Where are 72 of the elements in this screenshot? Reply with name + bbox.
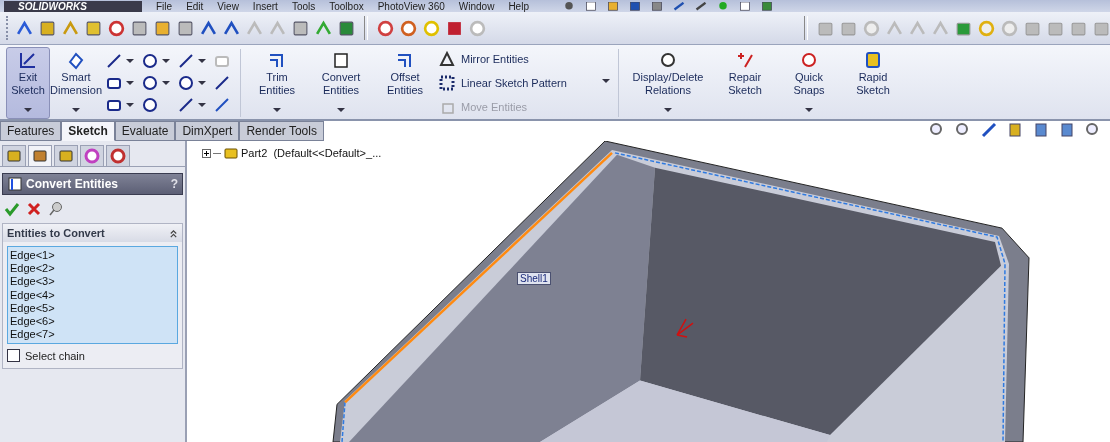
section-title: Entities to Convert [7, 227, 105, 239]
tree-item[interactable]: Part2 (Default<<Default>_... [241, 147, 382, 159]
caret-icon[interactable] [805, 108, 813, 112]
grid-dots-icon [439, 75, 455, 91]
ribbon-button[interactable]: Offset Entities [375, 47, 435, 119]
checkbox-icon[interactable] [177, 19, 194, 37]
menu-item[interactable]: Insert [252, 0, 278, 12]
ribbon-menu-item[interactable]: Linear Sketch Pattern [461, 77, 567, 89]
caret-icon[interactable] [126, 59, 134, 63]
list-item[interactable]: Edge<6> [10, 315, 175, 329]
menu-item[interactable]: Toolbox [329, 0, 364, 12]
app-logo: SOLIDWORKS [4, 0, 142, 12]
cancel-x-icon[interactable] [26, 201, 42, 217]
ribbon-tab[interactable]: Evaluate [114, 121, 176, 141]
panel-tab[interactable] [106, 145, 130, 166]
menu-item[interactable]: Help [508, 0, 529, 12]
coordinate-triad-icon [676, 318, 694, 338]
caret-icon[interactable] [126, 81, 134, 85]
expand-plus-icon[interactable] [202, 148, 211, 158]
ribbon-menu-item[interactable]: Mirror Entities [461, 53, 529, 65]
caret-icon[interactable] [664, 108, 672, 112]
list-item[interactable]: Edge<2> [10, 262, 175, 276]
ribbon-tab[interactable]: Render Tools [239, 121, 324, 141]
selection-list[interactable]: Edge<1> Edge<2> Edge<3> Edge<4> Edge<5> Edge<6> Edge<7> [7, 246, 178, 345]
caret-icon[interactable] [198, 81, 206, 85]
ribbon-tab[interactable]: Features [0, 121, 62, 141]
caret-icon[interactable] [602, 79, 610, 83]
collapse-chevron-icon[interactable] [169, 228, 178, 238]
caret-icon[interactable] [72, 108, 80, 112]
ribbon-button[interactable]: Convert Entities [311, 47, 371, 119]
list-item[interactable]: Edge<7> [10, 328, 175, 342]
menu-item[interactable]: Edit [186, 0, 204, 12]
menu-item[interactable]: File [156, 0, 173, 12]
ribbon-button[interactable]: Rapid Sketch [843, 47, 903, 119]
rectangle-icon[interactable] [106, 75, 122, 91]
panel-title: Convert Entities [26, 177, 119, 191]
feature-label: Shell1 [517, 272, 551, 285]
ribbon-tab[interactable]: DimXpert [175, 121, 240, 141]
caret-icon[interactable] [126, 103, 134, 107]
caret-icon[interactable] [24, 108, 32, 112]
checkbox-label[interactable]: Select chain [25, 349, 85, 362]
ribbon-button[interactable]: Repair Sketch [715, 47, 775, 119]
menu-item[interactable]: PhotoView 360 [377, 0, 445, 12]
panel-tab[interactable] [28, 145, 52, 166]
ribbon-button[interactable]: Trim Entities [247, 47, 307, 119]
menu-item[interactable]: Tools [291, 0, 316, 12]
panel-tab[interactable] [2, 145, 26, 166]
circle-icon[interactable] [142, 53, 158, 69]
list-item[interactable]: Edge<1> [10, 249, 175, 263]
ribbon-tab[interactable]: Sketch [61, 121, 115, 141]
ribbon-button[interactable]: Exit Sketch [6, 47, 50, 119]
checkbox[interactable] [7, 349, 20, 363]
ribbon-button[interactable]: Quick Snaps [779, 47, 839, 119]
ok-check-icon[interactable] [4, 201, 20, 217]
menu-item[interactable]: View [217, 0, 239, 12]
caret-icon[interactable] [198, 59, 206, 63]
ribbon-button[interactable]: Display/Delete Relations [625, 47, 711, 119]
caret-icon[interactable] [162, 81, 170, 85]
caret-icon[interactable] [273, 108, 281, 112]
list-item[interactable]: Edge<4> [10, 288, 175, 302]
caret-icon[interactable] [337, 108, 345, 112]
menu-item[interactable]: Window [458, 0, 495, 12]
section-header[interactable]: Entities to Convert [3, 224, 182, 242]
panel-tab[interactable] [80, 145, 104, 166]
line-icon[interactable] [106, 53, 122, 69]
caret-icon[interactable] [198, 103, 206, 107]
list-item[interactable]: Edge<5> [10, 301, 175, 315]
caret-icon[interactable] [162, 59, 170, 63]
checkbox-icon[interactable] [154, 19, 171, 37]
panel-tab[interactable] [54, 145, 78, 166]
list-item[interactable]: Edge<3> [10, 275, 175, 289]
slot-icon[interactable] [106, 97, 122, 113]
